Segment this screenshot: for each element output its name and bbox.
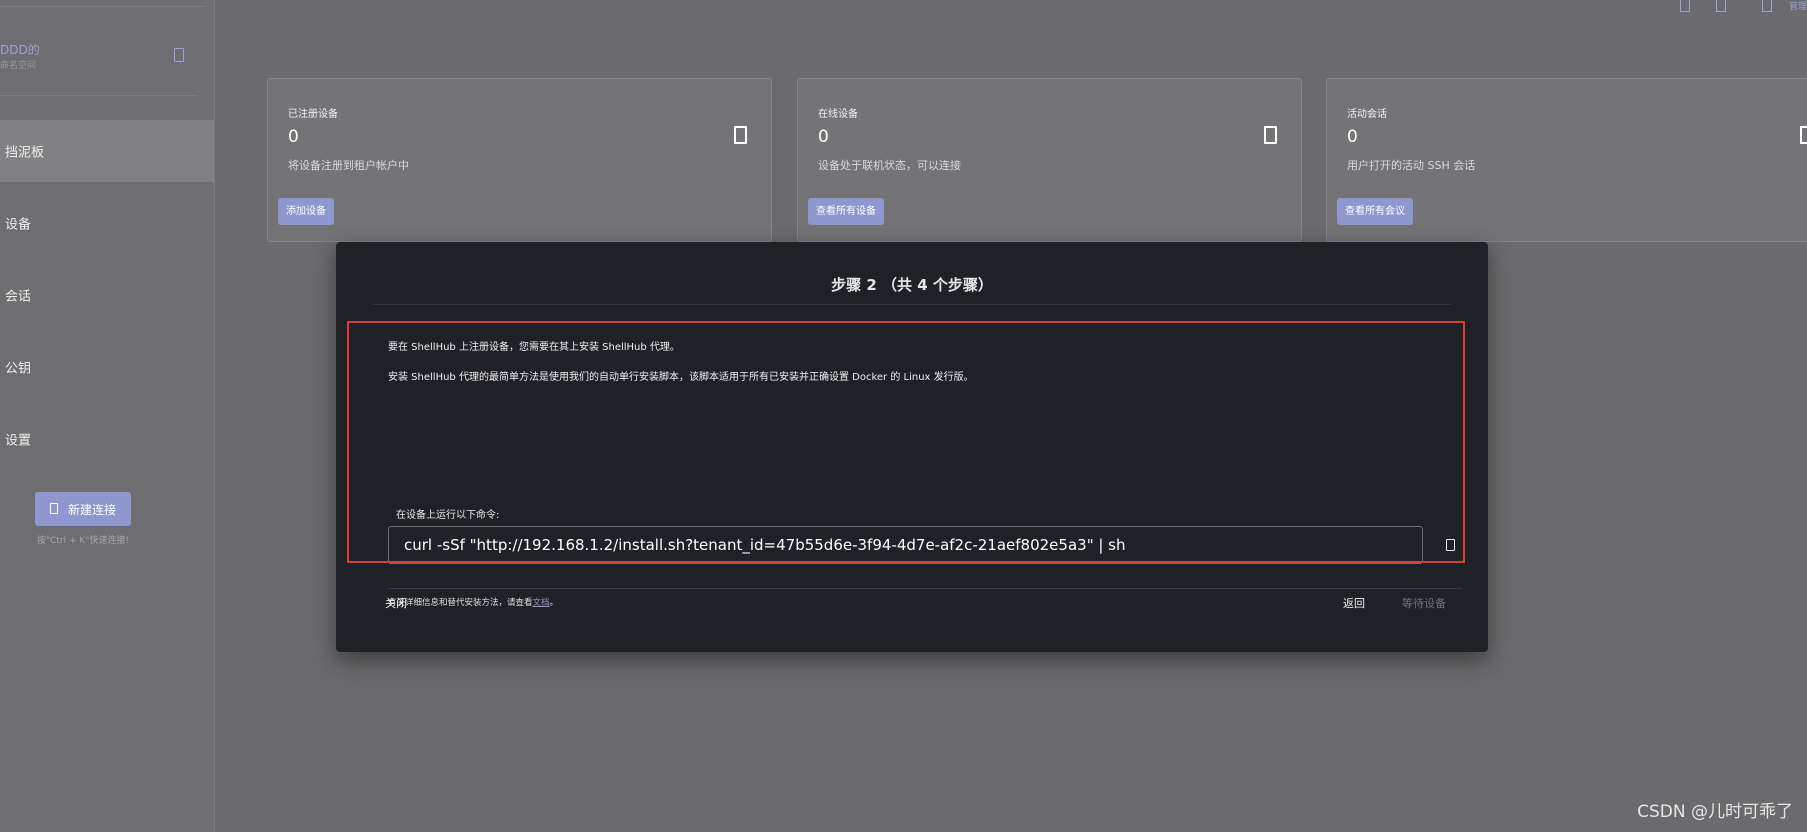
card-description: 将设备注册到租户帐户中 (288, 159, 409, 172)
command-label: 在设备上运行以下命令: (396, 510, 500, 521)
session-icon (1800, 126, 1807, 144)
device-icon (1264, 126, 1277, 144)
namespace-subtitle: 命名空间 (0, 61, 37, 71)
card-count: 0 (1347, 127, 1358, 147)
chat-icon[interactable] (1716, 0, 1726, 12)
online-devices-card: 在线设备 0 设备处于联机状态，可以连接 查看所有设备 (797, 78, 1302, 242)
close-button[interactable]: 关闭 (385, 595, 407, 611)
sidebar-item-label: 设置 (5, 433, 32, 449)
card-title: 活动会话 (1347, 109, 1387, 120)
sidebar-item-dashboard[interactable]: 挡泥板 (0, 120, 214, 182)
view-all-devices-button[interactable]: 查看所有设备 (808, 198, 884, 225)
notification-icon[interactable] (1680, 0, 1690, 12)
back-button[interactable]: 返回 (1343, 595, 1365, 611)
card-count: 0 (818, 127, 829, 147)
new-connection-label: 新建连接 (68, 503, 117, 517)
namespace-menu-icon[interactable] (174, 48, 184, 62)
documentation-note: 有关详细信息和替代安装方法，请查看文档。 (388, 596, 558, 608)
add-device-dialog: 步骤 2 （共 4 个步骤） 要在 ShellHub 上注册设备，您需要在其上安… (336, 242, 1488, 652)
dialog-title: 步骤 2 （共 4 个步骤） (831, 276, 993, 294)
card-title: 已注册设备 (288, 109, 338, 120)
sidebar-item-public-keys[interactable]: 公钥 (0, 336, 214, 398)
device-icon (734, 126, 747, 144)
registered-devices-card: 已注册设备 0 将设备注册到租户帐户中 添加设备 (267, 78, 772, 242)
intro-text: 要在 ShellHub 上注册设备，您需要在其上安装 ShellHub 代理。 (388, 342, 680, 353)
highlight-box: 要在 ShellHub 上注册设备，您需要在其上安装 ShellHub 代理。 … (347, 321, 1465, 608)
shortcut-hint: 按"Ctrl + K"快速连接! (36, 536, 130, 546)
watermark: CSDN @儿时可乖了 (1637, 802, 1793, 822)
view-all-sessions-button[interactable]: 查看所有会议 (1337, 198, 1413, 225)
sidebar-item-settings[interactable]: 设置 (0, 408, 214, 470)
waiting-device-button[interactable]: 等待设备 (1402, 595, 1446, 611)
sidebar-item-sessions[interactable]: 会话 (0, 264, 214, 326)
sidebar: DDD的 命名空间 挡泥板 设备 会话 公钥 设置 新建连接 按"Ctrl + … (0, 0, 215, 832)
active-sessions-card: 活动会话 0 用户打开的活动 SSH 会话 查看所有会议 (1326, 78, 1807, 242)
divider (0, 95, 198, 96)
divider (388, 588, 1462, 589)
doc-note-prefix: 有关详细信息和替代安装方法，请查看 (388, 598, 533, 608)
manage-label[interactable]: 管理 (1789, 0, 1807, 12)
copy-icon[interactable] (1446, 539, 1455, 551)
documentation-link[interactable]: 文档 (533, 598, 550, 608)
namespace-name[interactable]: DDD的 (0, 41, 40, 58)
sidebar-item-label: 设备 (5, 217, 32, 233)
command-field[interactable]: curl -sSf "http://192.168.1.2/install.sh… (388, 526, 1423, 564)
card-count: 0 (288, 127, 299, 147)
sidebar-item-label: 挡泥板 (5, 145, 45, 161)
sidebar-item-label: 会话 (5, 289, 32, 305)
divider (0, 6, 206, 7)
doc-note-suffix: 。 (549, 598, 559, 608)
card-description: 设备处于联机状态，可以连接 (818, 159, 961, 172)
sidebar-item-label: 公钥 (5, 361, 32, 377)
install-instructions-text: 安装 ShellHub 代理的最简单方法是使用我们的自动单行安装脚本，该脚本适用… (388, 372, 974, 383)
card-description: 用户打开的活动 SSH 会话 (1347, 159, 1476, 172)
add-device-button[interactable]: 添加设备 (278, 198, 334, 225)
account-icon[interactable] (1762, 0, 1772, 12)
terminal-icon (50, 503, 58, 514)
card-title: 在线设备 (818, 109, 858, 120)
command-text: curl -sSf "http://192.168.1.2/install.sh… (404, 536, 1126, 554)
sidebar-item-devices[interactable]: 设备 (0, 192, 214, 254)
divider (373, 304, 1451, 305)
new-connection-button[interactable]: 新建连接 (35, 492, 131, 526)
